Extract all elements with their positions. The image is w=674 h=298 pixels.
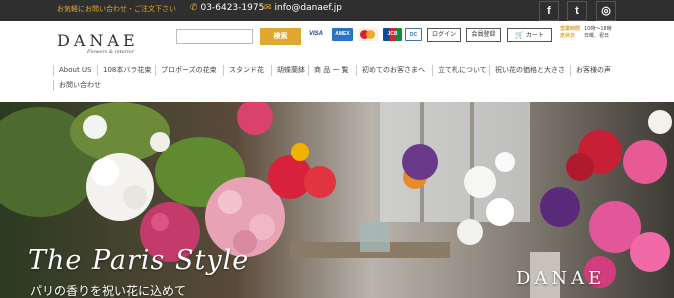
nav-item-products[interactable]: 商 品 一 覧 (308, 65, 349, 76)
search-button[interactable]: 検索 (260, 28, 301, 45)
facebook-icon[interactable]: f (539, 1, 559, 21)
hero-title: The Paris Style (28, 245, 250, 276)
mastercard-icon (358, 28, 378, 41)
hero-banner: The Paris Style パリの香りを祝い花に込めて DANAE (0, 102, 674, 298)
nav-item-about[interactable]: About US (53, 65, 92, 76)
login-button[interactable]: ログイン (427, 28, 461, 42)
cart-label: カート (525, 32, 544, 39)
instagram-icon[interactable]: ◎ (596, 1, 616, 21)
nav-item-first-time[interactable]: 初めてのお客さまへ (356, 65, 425, 76)
closed-value: 日曜、祝日 (584, 33, 610, 39)
nav-item-proposal[interactable]: プロポーズの花束 (155, 65, 217, 76)
phone-number: 03-6423-1975 (200, 3, 265, 13)
twitter-icon[interactable]: t (567, 1, 587, 21)
jcb-card-icon: JCB (383, 28, 402, 41)
amex-card-icon: AMEX (332, 28, 353, 41)
nav-item-signboard[interactable]: 立て札について (432, 65, 487, 76)
closed-label: 定休日 (560, 33, 576, 39)
hours-label: 営業時間 (560, 26, 581, 32)
cart-icon: 🛒 (515, 31, 524, 39)
nav-item-price-size[interactable]: 祝い花の価格と大きさ (489, 65, 565, 76)
hero-brand: DANAE (516, 268, 606, 289)
nav-item-orchids[interactable]: 胡蝶蘭鉢 (271, 65, 305, 76)
site-logo[interactable]: DANAE Flowers & interior (57, 31, 153, 55)
hero-subtitle: パリの香りを祝い花に込めて (30, 284, 187, 298)
cart-button[interactable]: 🛒 カート (507, 28, 552, 42)
nav-item-testimonials[interactable]: お客様の声 (570, 65, 611, 76)
logo-tagline: Flowers & interior (87, 49, 135, 55)
nav-item-108-roses[interactable]: 108本バラ花束 (97, 65, 151, 76)
email-contact[interactable]: ✉ info@danaef.jp (264, 3, 342, 13)
diners-card-icon: DC (405, 28, 422, 41)
email-address: info@danaef.jp (274, 3, 342, 13)
visa-card-icon: VISA (306, 28, 326, 41)
nav-item-stand-flowers[interactable]: スタンド花 (223, 65, 264, 76)
logo-wordmark: DANAE (57, 31, 139, 50)
nav-item-contact[interactable]: お問い合わせ (53, 80, 101, 91)
mail-icon: ✉ (264, 3, 272, 13)
signup-button[interactable]: 会員登録 (466, 28, 501, 42)
phone-contact[interactable]: ✆ 03-6423-1975 (190, 3, 264, 13)
top-bar: お気軽にお問い合わせ・ご注文下さい ✆ 03-6423-1975 ✉ info@da… (0, 0, 674, 21)
hours-value: 10時〜18時 (584, 26, 612, 32)
contact-notice: お気軽にお問い合わせ・ご注文下さい (57, 5, 176, 13)
phone-icon: ✆ (190, 3, 198, 13)
search-input[interactable] (176, 29, 253, 44)
business-hours: 営業時間 10時〜18時 定休日 日曜、祝日 (560, 26, 612, 40)
